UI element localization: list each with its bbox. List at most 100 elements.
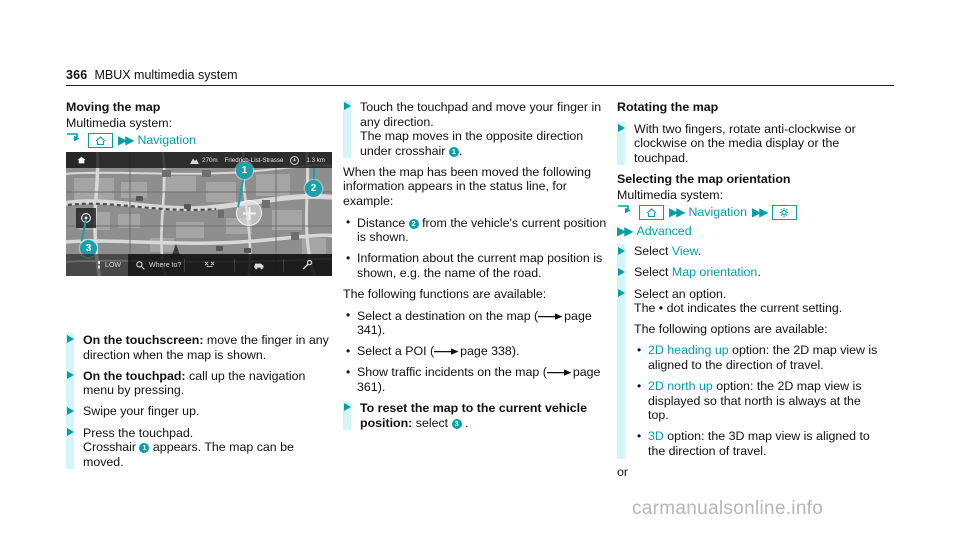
chevron-double-icon-1: ▶▶ xyxy=(118,133,135,148)
list-item: Select a destination on the map (page 34… xyxy=(343,308,609,338)
step-triangle-icon xyxy=(618,246,625,255)
step-item: Press the touchpad. Crosshair 1 appears.… xyxy=(67,426,332,470)
map-search-button[interactable]: Where to? xyxy=(128,259,184,272)
chevron-double-icon-2: ▶▶ xyxy=(669,205,686,220)
list-item: Information about the current map positi… xyxy=(343,251,609,280)
step-triangle-icon xyxy=(67,335,74,344)
step-tail: . xyxy=(461,415,469,430)
step-triangle-icon xyxy=(67,370,74,379)
step-text: select xyxy=(412,415,452,430)
column-two: Touch the touchpad and move your finger … xyxy=(343,100,609,437)
map-settings-button[interactable] xyxy=(282,258,332,272)
step-lead-in: To reset the map to the current vehicle … xyxy=(360,401,587,430)
header-line: 366 MBUX multimedia system xyxy=(66,68,894,85)
step-text: Swipe your finger up. xyxy=(83,404,200,419)
crosshair-icon[interactable] xyxy=(236,200,262,226)
home-icon xyxy=(88,133,113,149)
col1-intro: Multimedia system: xyxy=(66,115,173,130)
col2-paragraph-2: The following functions are available: xyxy=(343,287,547,302)
chevron-double-icon-4: ▶▶ xyxy=(617,224,634,239)
step-item: On the touchpad: call up the navigation … xyxy=(67,369,332,398)
list-item: Select a POI (page 338). xyxy=(343,344,609,359)
traffic-icon xyxy=(253,263,264,269)
chevron-double-icon-3: ▶▶ xyxy=(752,205,769,220)
section-heading-rotating-the-map: Rotating the map xyxy=(617,100,719,114)
step-item: Select Map orientation. xyxy=(618,265,883,280)
step-text-post: . xyxy=(458,143,463,158)
bullet-text-pre: Distance xyxy=(357,215,409,230)
home-icon xyxy=(639,205,664,221)
list-item: 3D option: the 3D map view is aligned to… xyxy=(634,429,883,458)
page-ref-label[interactable]: page 338 xyxy=(460,344,512,358)
list-item: Distance 2 from the vehicle's current po… xyxy=(343,215,609,245)
locate-icon[interactable] xyxy=(76,208,96,228)
map-status-bar: 270m Friedrich-List-Strasse 1.3 km xyxy=(66,152,332,168)
nav-path-destination: Navigation xyxy=(137,133,197,148)
search-icon xyxy=(136,260,145,270)
bullet-text: Select a destination on the map ( xyxy=(357,308,539,323)
menu-link-map-orientation[interactable]: Map orientation xyxy=(672,265,757,279)
compass-icon xyxy=(290,155,300,165)
option-2d-north-up[interactable]: 2D north up xyxy=(648,379,713,393)
page-title: MBUX multimedia system xyxy=(94,68,238,82)
step-item: Touch the touchpad and move your finger … xyxy=(344,100,609,158)
step-triangle-icon xyxy=(67,427,74,436)
bullet-tail: ). xyxy=(511,344,520,359)
altitude-indicator: 270m xyxy=(190,157,218,164)
step-text: With two fingers, rotate anti-clockwise … xyxy=(634,121,856,165)
section-heading-moving-the-map: Moving the map xyxy=(66,100,161,114)
step-text-pre: Crosshair xyxy=(83,440,140,455)
step-text-pre: Select xyxy=(634,265,672,280)
menu-link-view[interactable]: View xyxy=(672,244,698,258)
step-triangle-icon xyxy=(618,288,625,297)
step-subtext: The • dot indicates the current setting. xyxy=(634,301,843,316)
distance-readout: 1.3 km xyxy=(306,156,325,164)
map-settings-icon xyxy=(303,260,313,270)
step-text-pre: Select xyxy=(634,244,672,259)
step-text: Select an option. xyxy=(634,286,727,301)
col2-bullet-list-1: Distance 2 from the vehicle's current po… xyxy=(343,215,609,281)
step-triangle-icon xyxy=(344,403,351,412)
step-item: Swipe your finger up. xyxy=(67,404,332,419)
step-text-post: . xyxy=(757,265,761,280)
step-item: Select View. xyxy=(618,244,883,259)
step-text: Touch the touchpad and move your finger … xyxy=(360,100,602,129)
option-text: option: the 3D map view is aligned to th… xyxy=(648,429,870,458)
map-callout-2: 2 xyxy=(305,180,322,197)
map-traffic-button[interactable] xyxy=(233,258,283,272)
header-rule xyxy=(66,85,894,86)
page-header: 366 MBUX multimedia system xyxy=(66,68,894,86)
list-item: Show traffic incidents on the map (page … xyxy=(343,365,609,394)
step-triangle-icon xyxy=(344,102,351,111)
step-triangle-icon xyxy=(618,123,625,132)
signal-icon xyxy=(98,261,101,269)
watermark: carmanualsonline.info xyxy=(632,498,824,519)
col2-step-list-bottom: To reset the map to the current vehicle … xyxy=(343,401,609,431)
inline-badge-1: 1 xyxy=(448,146,459,157)
nav-path-col3: ▶▶ Navigation ▶▶ xyxy=(617,204,883,221)
col3-step-list-rotate: With two fingers, rotate anti-clockwise … xyxy=(617,121,883,166)
option-2d-heading-up[interactable]: 2D heading up xyxy=(648,343,729,357)
or-connector: or xyxy=(617,465,629,479)
map-route-button[interactable] xyxy=(184,258,233,272)
option-3d[interactable]: 3D xyxy=(648,429,664,443)
step-lead-in: On the touchscreen: xyxy=(83,333,204,348)
list-item: 2D heading up option: the 2D map view is… xyxy=(634,343,883,372)
bullet-tail: ). xyxy=(377,323,386,338)
return-arrow-icon xyxy=(617,204,634,221)
map-home-icon[interactable] xyxy=(66,152,96,168)
col3-options-list: 2D heading up option: the 2D map view is… xyxy=(634,343,883,458)
bullet-tail: ). xyxy=(377,380,386,394)
col2-bullet-list-2: Select a destination on the map (page 34… xyxy=(343,308,609,395)
street-name: Friedrich-List-Strasse xyxy=(224,156,284,164)
inline-badge-1: 1 xyxy=(139,443,150,454)
page-ref-arrow-icon xyxy=(434,347,460,356)
step-item: On the touchscreen: move the finger in a… xyxy=(67,333,332,362)
col3-options-intro: The following options are available: xyxy=(634,321,828,336)
page-number: 366 xyxy=(66,68,88,82)
step-text-post: . xyxy=(697,244,702,259)
step-item: With two fingers, rotate anti-clockwise … xyxy=(618,121,883,166)
bullet-text: Information about the current map positi… xyxy=(357,251,603,280)
map-search-label: Where to? xyxy=(149,261,182,269)
inline-badge-3: 3 xyxy=(451,418,462,429)
